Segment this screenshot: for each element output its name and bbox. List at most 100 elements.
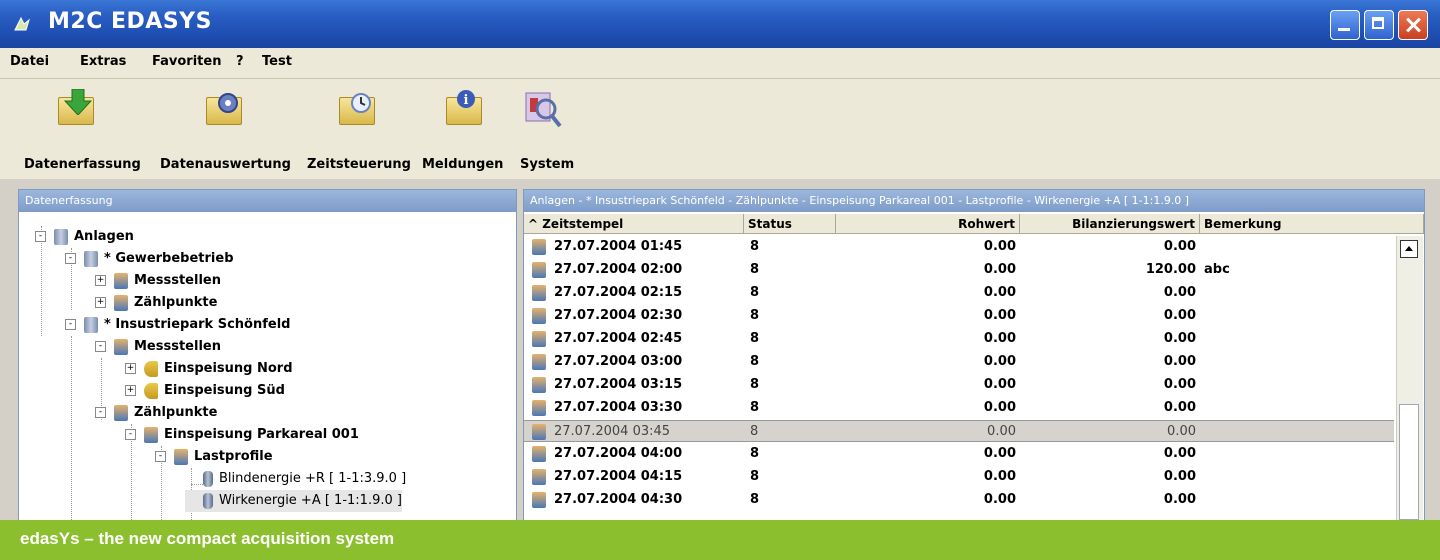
column-header-status[interactable]: Status xyxy=(744,214,836,234)
tree-node[interactable]: + Einspeisung Süd xyxy=(125,380,285,402)
table-row[interactable]: 27.07.2004 04:15 8 0.00 0.00 xyxy=(524,466,1394,488)
cell-bil: 0.00 xyxy=(1163,239,1196,254)
toolbar-datenauswertung-button[interactable]: Datenauswertung xyxy=(158,89,298,173)
meter-reading-icon xyxy=(532,492,546,508)
close-button[interactable] xyxy=(1398,10,1428,40)
cell-roh: 0.00 xyxy=(983,239,1016,254)
table-row[interactable]: 27.07.2004 04:30 8 0.00 0.00 xyxy=(524,489,1394,511)
expand-toggle-icon[interactable]: + xyxy=(125,363,136,374)
tree-node[interactable]: - Zählpunkte xyxy=(95,402,217,424)
column-header-rohwert[interactable]: Rohwert xyxy=(836,214,1020,234)
expand-toggle-icon[interactable]: + xyxy=(95,275,106,286)
cell-status: 8 xyxy=(750,377,760,392)
tree-node-label: Einspeisung Süd xyxy=(164,383,285,398)
cell-roh: 0.00 xyxy=(987,424,1016,439)
meter-reading-icon xyxy=(532,354,546,370)
toolbar-zeitsteuerung-button[interactable]: Zeitsteuerung xyxy=(305,89,415,173)
tree-node-label: Lastprofile xyxy=(194,449,273,464)
cell-ts: 27.07.2004 03:30 xyxy=(554,400,683,415)
maximize-button[interactable] xyxy=(1364,10,1394,40)
cell-ts: 27.07.2004 03:00 xyxy=(554,354,683,369)
meter-reading-icon xyxy=(532,331,546,347)
cell-ts: 27.07.2004 02:45 xyxy=(554,331,683,346)
tree-node[interactable]: - Lastprofile xyxy=(155,446,273,468)
meter-reading-icon xyxy=(532,285,546,301)
meter-reading-icon xyxy=(532,446,546,462)
cell-ts: 27.07.2004 04:00 xyxy=(554,446,683,461)
menu-help[interactable]: ? xyxy=(236,54,244,69)
minimize-button[interactable] xyxy=(1330,10,1360,40)
meter-reading-icon xyxy=(532,377,546,393)
cell-status: 8 xyxy=(750,424,759,439)
column-header-bilanzierungswert[interactable]: Bilanzierungswert xyxy=(1020,214,1200,234)
database-icon xyxy=(84,316,98,333)
expand-toggle-icon[interactable]: + xyxy=(125,385,136,396)
table-row[interactable]: 27.07.2004 02:15 8 0.00 0.00 xyxy=(524,282,1394,304)
tree-node-label: Wirkenergie +A [ 1-1:1.9.0 ] xyxy=(219,493,402,508)
scrollbar-thumb[interactable] xyxy=(1399,404,1419,520)
menu-extras[interactable]: Extras xyxy=(80,54,126,69)
collapse-toggle-icon[interactable]: - xyxy=(65,319,76,330)
table-row[interactable]: 27.07.2004 02:00 8 0.00 120.00 abc xyxy=(524,259,1394,281)
person-icon xyxy=(114,294,128,311)
cell-bil: 0.00 xyxy=(1163,331,1196,346)
column-header-zeitstempel[interactable]: ^ Zeitstempel xyxy=(524,214,744,234)
cell-ts: 27.07.2004 02:30 xyxy=(554,308,683,323)
table-row[interactable]: 27.07.2004 04:00 8 0.00 0.00 xyxy=(524,443,1394,465)
tree-node-label: * Insustriepark Schönfeld xyxy=(104,317,291,332)
title-bar[interactable]: M2C EDASYS xyxy=(0,0,1440,48)
collapse-toggle-icon[interactable]: - xyxy=(95,341,106,352)
cell-bil: 0.00 xyxy=(1163,492,1196,507)
cell-roh: 0.00 xyxy=(983,400,1016,415)
cell-ts: 27.07.2004 03:45 xyxy=(554,424,671,439)
vertical-scrollbar[interactable] xyxy=(1396,236,1423,520)
table-row[interactable]: 27.07.2004 03:30 8 0.00 0.00 xyxy=(524,397,1394,419)
table-row[interactable]: 27.07.2004 03:45 8 0.00 0.00 xyxy=(524,420,1394,442)
cell-ts: 27.07.2004 04:15 xyxy=(554,469,683,484)
collapse-toggle-icon[interactable]: - xyxy=(65,253,76,264)
database-icon xyxy=(54,228,68,245)
tree-node[interactable]: Wirkenergie +A [ 1-1:1.9.0 ] xyxy=(185,490,402,512)
table-row[interactable]: 27.07.2004 02:30 8 0.00 0.00 xyxy=(524,305,1394,327)
folder-gear-icon xyxy=(202,89,244,131)
tree-node-label: * Gewerbebetrieb xyxy=(104,251,234,266)
meter-reading-icon xyxy=(532,424,546,440)
tree-node-label: Zählpunkte xyxy=(134,295,218,310)
table-row[interactable]: 27.07.2004 03:15 8 0.00 0.00 xyxy=(524,374,1394,396)
collapse-toggle-icon[interactable]: - xyxy=(95,407,106,418)
tree-node[interactable]: + Messstellen xyxy=(95,270,221,292)
tree-node[interactable]: - * Insustriepark Schönfeld xyxy=(65,314,290,336)
tree-node[interactable]: - Messstellen xyxy=(95,336,221,358)
tree-node[interactable]: - Anlagen xyxy=(35,226,134,248)
tree-node[interactable]: - * Gewerbebetrieb xyxy=(65,248,234,270)
tree-node[interactable]: - Einspeisung Parkareal 001 xyxy=(125,424,359,446)
menu-datei[interactable]: Datei xyxy=(10,54,49,69)
cell-status: 8 xyxy=(750,331,760,346)
tree-node[interactable]: Blindenergie +R [ 1-1:3.9.0 ] xyxy=(185,468,406,490)
table-row[interactable]: 27.07.2004 01:45 8 0.00 0.00 xyxy=(524,236,1394,258)
expand-toggle-icon[interactable]: + xyxy=(95,297,106,308)
tree-node-label: Anlagen xyxy=(74,229,134,244)
toolbar-system-button[interactable]: System xyxy=(516,89,586,173)
cell-status: 8 xyxy=(750,492,760,507)
tree-node[interactable]: + Einspeisung Nord xyxy=(125,358,293,380)
key-icon xyxy=(144,360,158,377)
table-row[interactable]: 27.07.2004 03:00 8 0.00 0.00 xyxy=(524,351,1394,373)
collapse-toggle-icon[interactable]: - xyxy=(125,429,136,440)
column-header-bemerkung[interactable]: Bemerkung xyxy=(1200,214,1424,234)
cell-bil: 0.00 xyxy=(1163,446,1196,461)
collapse-toggle-icon[interactable]: - xyxy=(35,231,46,242)
tree-node[interactable]: + Zählpunkte xyxy=(95,292,217,314)
scroll-up-arrow-icon[interactable] xyxy=(1400,240,1418,258)
collapse-toggle-icon[interactable]: - xyxy=(155,451,166,462)
toolbar-datenerfassung-button[interactable]: Datenerfassung xyxy=(20,89,148,173)
cell-status: 8 xyxy=(750,400,760,415)
meter-reading-icon xyxy=(532,308,546,324)
table-row[interactable]: 27.07.2004 02:45 8 0.00 0.00 xyxy=(524,328,1394,350)
system-search-icon xyxy=(522,89,564,131)
toolbar-meldungen-button[interactable]: i Meldungen xyxy=(420,89,510,173)
menu-test[interactable]: Test xyxy=(262,54,292,69)
key-icon xyxy=(144,382,158,399)
menu-favoriten[interactable]: Favoriten xyxy=(152,54,221,69)
cell-roh: 0.00 xyxy=(983,492,1016,507)
